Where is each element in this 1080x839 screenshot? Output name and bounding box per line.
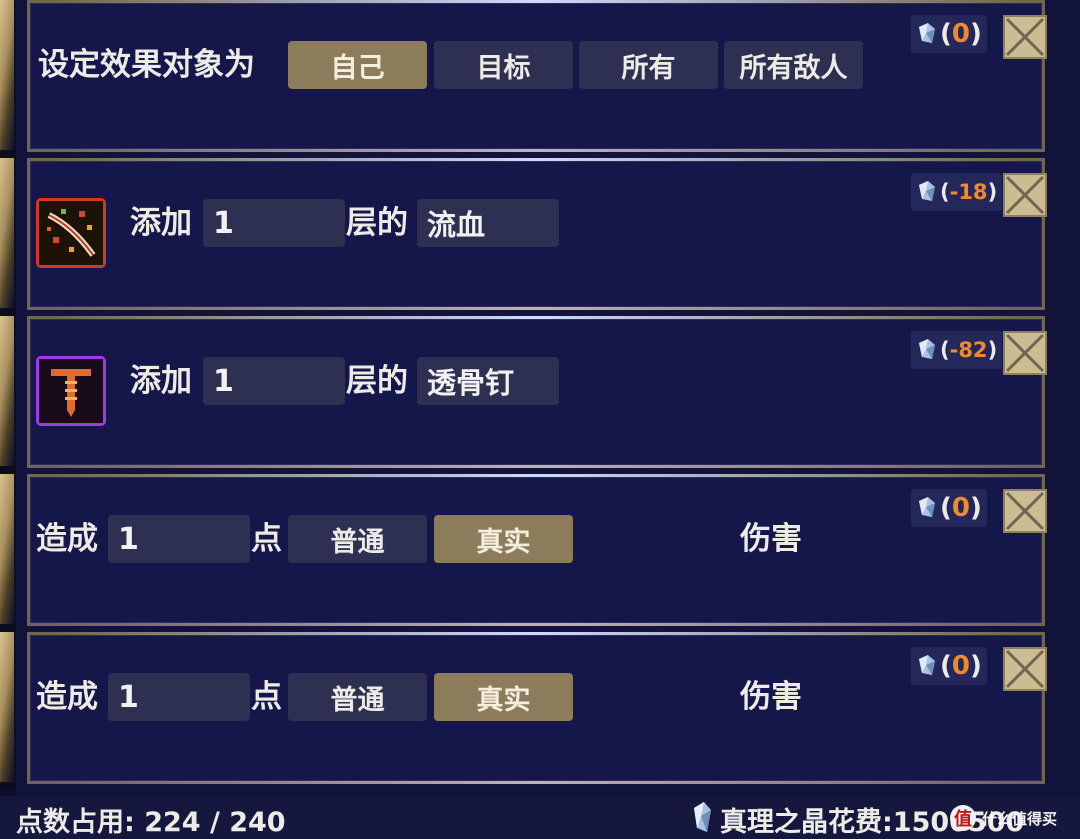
close-icon [1005, 491, 1045, 531]
target-option-all[interactable]: 所有 [579, 41, 718, 89]
effect-panel-damage: 造成 1 点 普通 真实 伤害 (0) [27, 632, 1047, 784]
damage-type-normal[interactable]: 普通 [288, 673, 427, 721]
cost-paren-close: ) [987, 338, 998, 362]
cost-paren-open: ( [940, 338, 950, 362]
cost-value: 0 [951, 493, 970, 523]
target-option-target[interactable]: 目标 [434, 41, 573, 89]
add-label: 添加 [130, 205, 192, 241]
bone-nail-icon [36, 356, 106, 426]
edge-tab [0, 158, 14, 308]
remove-effect-button[interactable] [1003, 173, 1047, 217]
damage-amount-input[interactable]: 1 [108, 515, 250, 563]
crystal-icon [919, 497, 935, 517]
left-edge-tabs [0, 0, 16, 810]
damage-type-true[interactable]: 真实 [434, 673, 573, 721]
points-label: 点 [251, 521, 282, 557]
crystal-icon [919, 181, 935, 201]
edge-tab [0, 474, 14, 624]
crystal-icon [919, 655, 935, 675]
effect-panel-bone-nail: 添加 1 层的 透骨钉 (-82) [27, 316, 1047, 468]
stack-count-input[interactable]: 1 [203, 199, 345, 247]
add-label: 添加 [130, 363, 192, 399]
deal-label: 造成 [36, 521, 98, 557]
effect-panel-target: 设定效果对象为 自己 目标 所有 所有敌人 (0) [27, 0, 1047, 152]
cost-paren-open: ( [940, 180, 950, 204]
bleed-slash-icon [36, 198, 106, 268]
remove-effect-button[interactable] [1003, 489, 1047, 533]
edge-tab [0, 0, 14, 150]
cost-indicator: (-82) [911, 331, 1003, 369]
cost-paren-close: ) [969, 493, 982, 523]
crystal-icon [919, 23, 935, 43]
stack-count-input[interactable]: 1 [203, 357, 345, 405]
target-label: 设定效果对象为 [38, 47, 255, 83]
cost-paren-close: ) [987, 180, 998, 204]
remove-effect-button[interactable] [1003, 331, 1047, 375]
layers-of-label: 层的 [346, 363, 408, 399]
cost-paren-close: ) [969, 19, 982, 49]
points-label: 点 [251, 679, 282, 715]
cost-paren-open: ( [940, 493, 952, 523]
cost-paren-close: ) [969, 651, 982, 681]
effect-panel-bleed: 添加 1 层的 流血 (-18) [27, 158, 1047, 310]
remove-effect-button[interactable] [1003, 15, 1047, 59]
damage-type-true[interactable]: 真实 [434, 515, 573, 563]
status-selector[interactable]: 流血 [417, 199, 559, 247]
watermark: 值 什么值得买 [950, 798, 1080, 838]
cost-indicator: (0) [911, 489, 987, 527]
deal-label: 造成 [36, 679, 98, 715]
cost-indicator: (0) [911, 15, 987, 53]
cost-indicator: (0) [911, 647, 987, 685]
cost-value: -18 [949, 180, 988, 204]
cost-paren-open: ( [940, 651, 952, 681]
close-icon [1005, 175, 1045, 215]
damage-label: 伤害 [740, 521, 802, 557]
watermark-text: 什么值得买 [982, 809, 1058, 828]
cost-value: -82 [949, 338, 988, 362]
crystal-icon [694, 802, 711, 832]
remove-effect-button[interactable] [1003, 647, 1047, 691]
crystal-icon [919, 339, 935, 359]
close-icon [1005, 649, 1045, 689]
points-usage: 点数占用: 224 / 240 [16, 807, 286, 838]
target-option-self[interactable]: 自己 [288, 41, 427, 89]
close-icon [1005, 17, 1045, 57]
status-selector[interactable]: 透骨钉 [417, 357, 559, 405]
target-option-all-enemies[interactable]: 所有敌人 [724, 41, 863, 89]
cost-value: 0 [951, 19, 970, 49]
damage-amount-input[interactable]: 1 [108, 673, 250, 721]
edge-tab [0, 316, 14, 466]
watermark-logo: 值 [950, 805, 976, 831]
cost-value: 0 [951, 651, 970, 681]
edge-tab [0, 632, 14, 782]
damage-label: 伤害 [740, 679, 802, 715]
cost-indicator: (-18) [911, 173, 1003, 211]
cost-paren-open: ( [940, 19, 952, 49]
damage-type-normal[interactable]: 普通 [288, 515, 427, 563]
layers-of-label: 层的 [346, 205, 408, 241]
effect-panel-damage: 造成 1 点 普通 真实 伤害 (0) [27, 474, 1047, 626]
close-icon [1005, 333, 1045, 373]
